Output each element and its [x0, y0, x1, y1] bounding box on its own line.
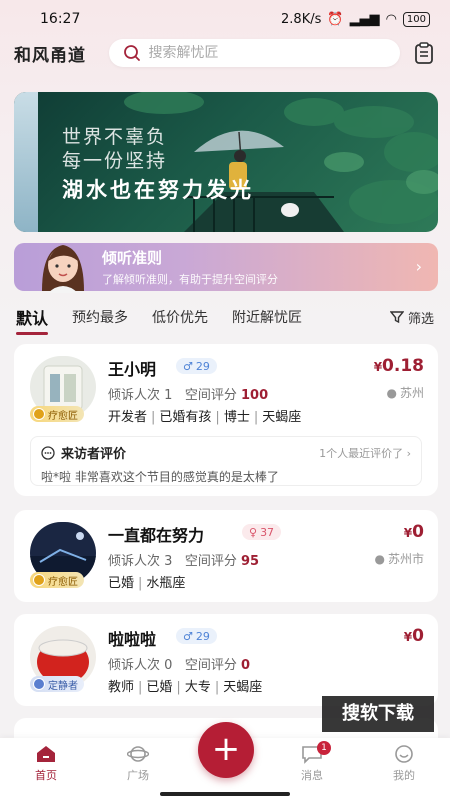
rules-text: 倾听准则 了解倾听准则，有助于提升空间评分	[102, 247, 278, 287]
clipboard-icon	[415, 42, 434, 64]
price: ¥0	[403, 626, 424, 646]
sort-tabs: 默认 预约最多 低价优先 附近解忧匠 筛选	[0, 300, 450, 335]
rules-subtitle: 了解倾听准则，有助于提升空间评分	[102, 273, 278, 286]
location: ● 苏州市	[374, 551, 425, 567]
price: ¥0	[403, 522, 424, 542]
listener-card[interactable]: 定静者 啦啦啦 ♂29 ¥0 倾诉人次 0 空间评分 0 教师已婚大专天蝎座	[14, 614, 438, 706]
plus-icon: +	[211, 729, 241, 769]
watermark: 搜软下载	[322, 696, 434, 732]
listener-badge: 定静者	[30, 676, 84, 692]
follower-count: ♀ 37	[242, 524, 282, 540]
alarm-icon: ⏰	[327, 11, 344, 27]
listener-name: 啦啦啦	[108, 630, 157, 649]
search-icon	[123, 45, 140, 61]
listener-name: 王小明	[108, 360, 157, 379]
unread-badge: 1	[317, 741, 331, 755]
status-time: 16:27	[40, 11, 81, 27]
banner-line-3: 湖水也在努力发光	[62, 177, 254, 202]
avatar: 疗愈匠	[30, 356, 96, 422]
notes-button[interactable]	[412, 41, 436, 65]
review-meta: 1个人最近评价了 ›	[319, 446, 411, 460]
location-pin-icon: ●	[374, 551, 385, 566]
male-icon: ♂	[183, 359, 193, 373]
rules-title: 倾听准则	[102, 249, 163, 267]
filter-button[interactable]: 筛选	[389, 308, 434, 327]
planet-icon	[127, 746, 149, 762]
listener-tags: 教师已婚大专天蝎座	[108, 676, 262, 695]
female-icon: ♀	[249, 525, 258, 539]
listener-badge: 疗愈匠	[30, 572, 84, 588]
wifi-icon: ◠	[385, 11, 397, 27]
nav-home[interactable]: 首页	[11, 744, 81, 783]
filter-label: 筛选	[407, 311, 434, 327]
search-bar[interactable]	[108, 39, 401, 67]
listening-rules-card[interactable]: 倾听准则 了解倾听准则，有助于提升空间评分 ›	[14, 243, 438, 293]
listener-card[interactable]: 疗愈匠 王小明 ♂ 29 ¥0.18 倾诉人次 1 空间评分 100 ● 苏州 开发…	[14, 344, 438, 496]
listener-tags: 已婚水瓶座	[108, 572, 185, 591]
review-text: 啦*啦 非常喜欢这个节目的感觉真的是太棒了	[41, 470, 279, 484]
location-pin-icon: ●	[386, 385, 397, 400]
listener-badge: 疗愈匠	[30, 406, 84, 422]
chevron-right-icon: ›	[415, 257, 422, 276]
listener-tags: 开发者已婚有孩博士天蝎座	[108, 406, 301, 425]
tab-default[interactable]: 默认	[16, 305, 49, 335]
create-post-button[interactable]: +	[198, 722, 254, 778]
review-title: 来访者评价	[61, 447, 127, 462]
tab-low-price[interactable]: 低价优先	[152, 307, 208, 327]
listener-card[interactable]: 疗愈匠 一直都在努力 ♀ 37 ¥0 倾诉人次 3 空间评分 95 ● 苏州市 已婚…	[14, 510, 438, 602]
nav-profile[interactable]: 我的	[369, 744, 439, 783]
location: ● 苏州	[386, 385, 425, 401]
promo-banner[interactable]: 世界不辜负 每一份坚持 湖水也在努力发光	[14, 92, 438, 232]
girl-avatar-icon	[42, 245, 84, 293]
banner-line-2: 每一份坚持	[62, 150, 168, 172]
signal-icon: ▂▄▆	[349, 11, 380, 27]
tab-nearby[interactable]: 附近解忧匠	[232, 307, 302, 327]
home-indicator	[160, 792, 290, 796]
status-bar: 16:27 2.8K/s ⏰ ▂▄▆ ◠ 100	[0, 0, 450, 38]
search-input[interactable]	[148, 45, 369, 61]
price: ¥0.18	[373, 356, 424, 376]
tab-most-booked[interactable]: 预约最多	[72, 307, 128, 327]
nav-square[interactable]: 广场	[103, 744, 173, 783]
status-indicators: 2.8K/s ⏰ ▂▄▆ ◠ 100	[281, 11, 430, 27]
avatar: 定静者	[30, 626, 96, 692]
listener-stats: 倾诉人次 0 空间评分 0	[108, 658, 251, 673]
male-icon: ♂	[183, 629, 193, 643]
follower-count: ♂ 29	[176, 358, 217, 374]
app-header: 和风甬道	[0, 38, 450, 68]
listener-name: 一直都在努力	[108, 526, 205, 545]
banner-line-1: 世界不辜负	[62, 126, 168, 148]
app-title: 和风甬道	[14, 45, 86, 66]
visitor-review[interactable]: 来访者评价 1个人最近评价了 › 啦*啦 非常喜欢这个节目的感觉真的是太棒了	[30, 436, 422, 486]
nav-messages[interactable]: 1 消息	[277, 741, 347, 783]
home-icon	[37, 746, 55, 762]
net-speed: 2.8K/s	[281, 11, 322, 27]
chat-icon	[41, 445, 55, 460]
smile-icon	[395, 745, 413, 763]
avatar: 疗愈匠	[30, 522, 96, 588]
listener-stats: 倾诉人次 3 空间评分 95	[108, 554, 260, 569]
follower-count: ♂ 29	[176, 628, 217, 644]
filter-icon	[389, 311, 404, 324]
battery-icon: 100	[402, 11, 430, 27]
listener-stats: 倾诉人次 1 空间评分 100	[108, 388, 269, 403]
